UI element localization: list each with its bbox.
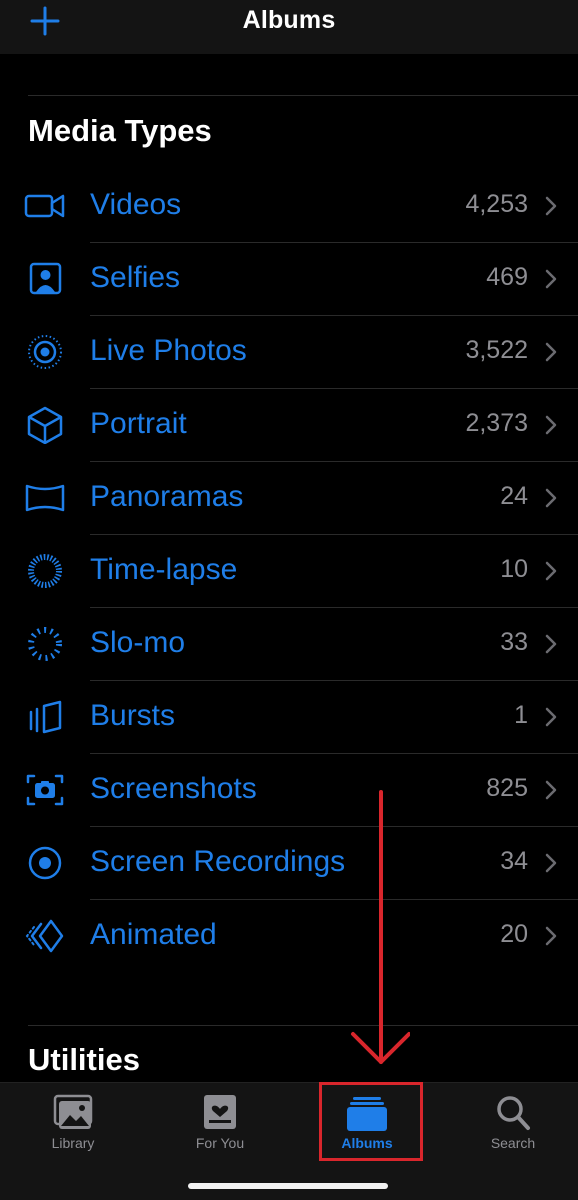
chevron-right-icon bbox=[545, 488, 557, 508]
row-count: 469 bbox=[486, 263, 528, 291]
media-type-row-screen-recordings[interactable]: Screen Recordings 34 bbox=[0, 827, 578, 900]
row-count: 33 bbox=[500, 628, 528, 656]
tab-label: For You bbox=[195, 1135, 245, 1151]
row-label: Animated bbox=[90, 918, 217, 951]
row-count: 34 bbox=[500, 847, 528, 875]
chevron-right-icon bbox=[545, 196, 557, 216]
media-type-row-bursts[interactable]: Bursts 1 bbox=[0, 681, 578, 754]
selfie-icon bbox=[24, 260, 66, 298]
chevron-right-icon bbox=[545, 853, 557, 873]
for-you-icon bbox=[204, 1095, 236, 1129]
tab-library[interactable]: Library bbox=[13, 1083, 133, 1163]
row-label: Bursts bbox=[90, 699, 176, 732]
media-type-row-videos[interactable]: Videos 4,253 bbox=[0, 170, 578, 243]
media-type-row-panoramas[interactable]: Panoramas 24 bbox=[0, 462, 578, 535]
media-type-row-portrait[interactable]: Portrait 2,373 bbox=[0, 389, 578, 462]
row-count: 3,522 bbox=[465, 336, 528, 364]
screenshot-icon bbox=[24, 771, 66, 809]
media-type-row-screenshots[interactable]: Screenshots 825 bbox=[0, 754, 578, 827]
media-type-row-live-photos[interactable]: Live Photos 3,522 bbox=[0, 316, 578, 389]
chevron-right-icon bbox=[545, 634, 557, 654]
media-type-row-animated[interactable]: Animated 20 bbox=[0, 900, 578, 973]
row-label: Portrait bbox=[90, 407, 187, 440]
media-type-row-selfies[interactable]: Selfies 469 bbox=[0, 243, 578, 316]
divider bbox=[28, 1025, 578, 1026]
row-label: Screen Recordings bbox=[90, 845, 346, 878]
video-icon bbox=[24, 187, 66, 225]
tab-label: Library bbox=[51, 1135, 95, 1151]
home-indicator[interactable] bbox=[188, 1183, 388, 1189]
tab-label: Search bbox=[490, 1135, 536, 1151]
live-photos-icon bbox=[24, 333, 66, 371]
row-count: 10 bbox=[500, 555, 528, 583]
row-label: Videos bbox=[90, 188, 182, 221]
divider bbox=[28, 95, 578, 96]
animated-icon bbox=[24, 917, 66, 955]
search-icon bbox=[497, 1096, 530, 1130]
screen-recording-icon bbox=[24, 844, 66, 882]
row-label: Panoramas bbox=[90, 480, 244, 513]
row-count: 1 bbox=[514, 701, 528, 729]
row-count: 4,253 bbox=[465, 190, 528, 218]
slo-mo-icon bbox=[24, 625, 66, 663]
annotation-arrow bbox=[351, 790, 410, 1064]
row-label: Slo-mo bbox=[90, 626, 186, 659]
row-label: Time-lapse bbox=[90, 553, 238, 586]
panorama-icon bbox=[24, 479, 66, 517]
row-count: 2,373 bbox=[465, 409, 528, 437]
time-lapse-icon bbox=[24, 552, 66, 590]
row-label: Live Photos bbox=[90, 334, 247, 367]
row-label: Selfies bbox=[90, 261, 181, 294]
portrait-cube-icon bbox=[24, 406, 66, 444]
tab-search[interactable]: Search bbox=[453, 1083, 573, 1163]
annotation-highlight-box bbox=[319, 1082, 423, 1161]
chevron-right-icon bbox=[545, 415, 557, 435]
tab-for-you[interactable]: For You bbox=[160, 1083, 280, 1163]
row-label: Screenshots bbox=[90, 772, 257, 805]
chevron-right-icon bbox=[545, 780, 557, 800]
chevron-right-icon bbox=[545, 561, 557, 581]
media-type-row-time-lapse[interactable]: Time-lapse 10 bbox=[0, 535, 578, 608]
row-count: 20 bbox=[500, 920, 528, 948]
photo-library-icon bbox=[53, 1094, 93, 1129]
chevron-right-icon bbox=[545, 926, 557, 946]
chevron-right-icon bbox=[545, 707, 557, 727]
page-title: Albums bbox=[242, 6, 336, 34]
chevron-right-icon bbox=[545, 342, 557, 362]
chevron-right-icon bbox=[545, 269, 557, 289]
row-count: 825 bbox=[486, 774, 528, 802]
section-title-utilities: Utilities bbox=[28, 1042, 140, 1077]
bursts-icon bbox=[24, 698, 66, 736]
media-type-row-slo-mo[interactable]: Slo-mo 33 bbox=[0, 608, 578, 681]
section-title-media-types: Media Types bbox=[28, 113, 212, 148]
navigation-bar: Albums bbox=[0, 0, 578, 54]
row-count: 24 bbox=[500, 482, 528, 510]
